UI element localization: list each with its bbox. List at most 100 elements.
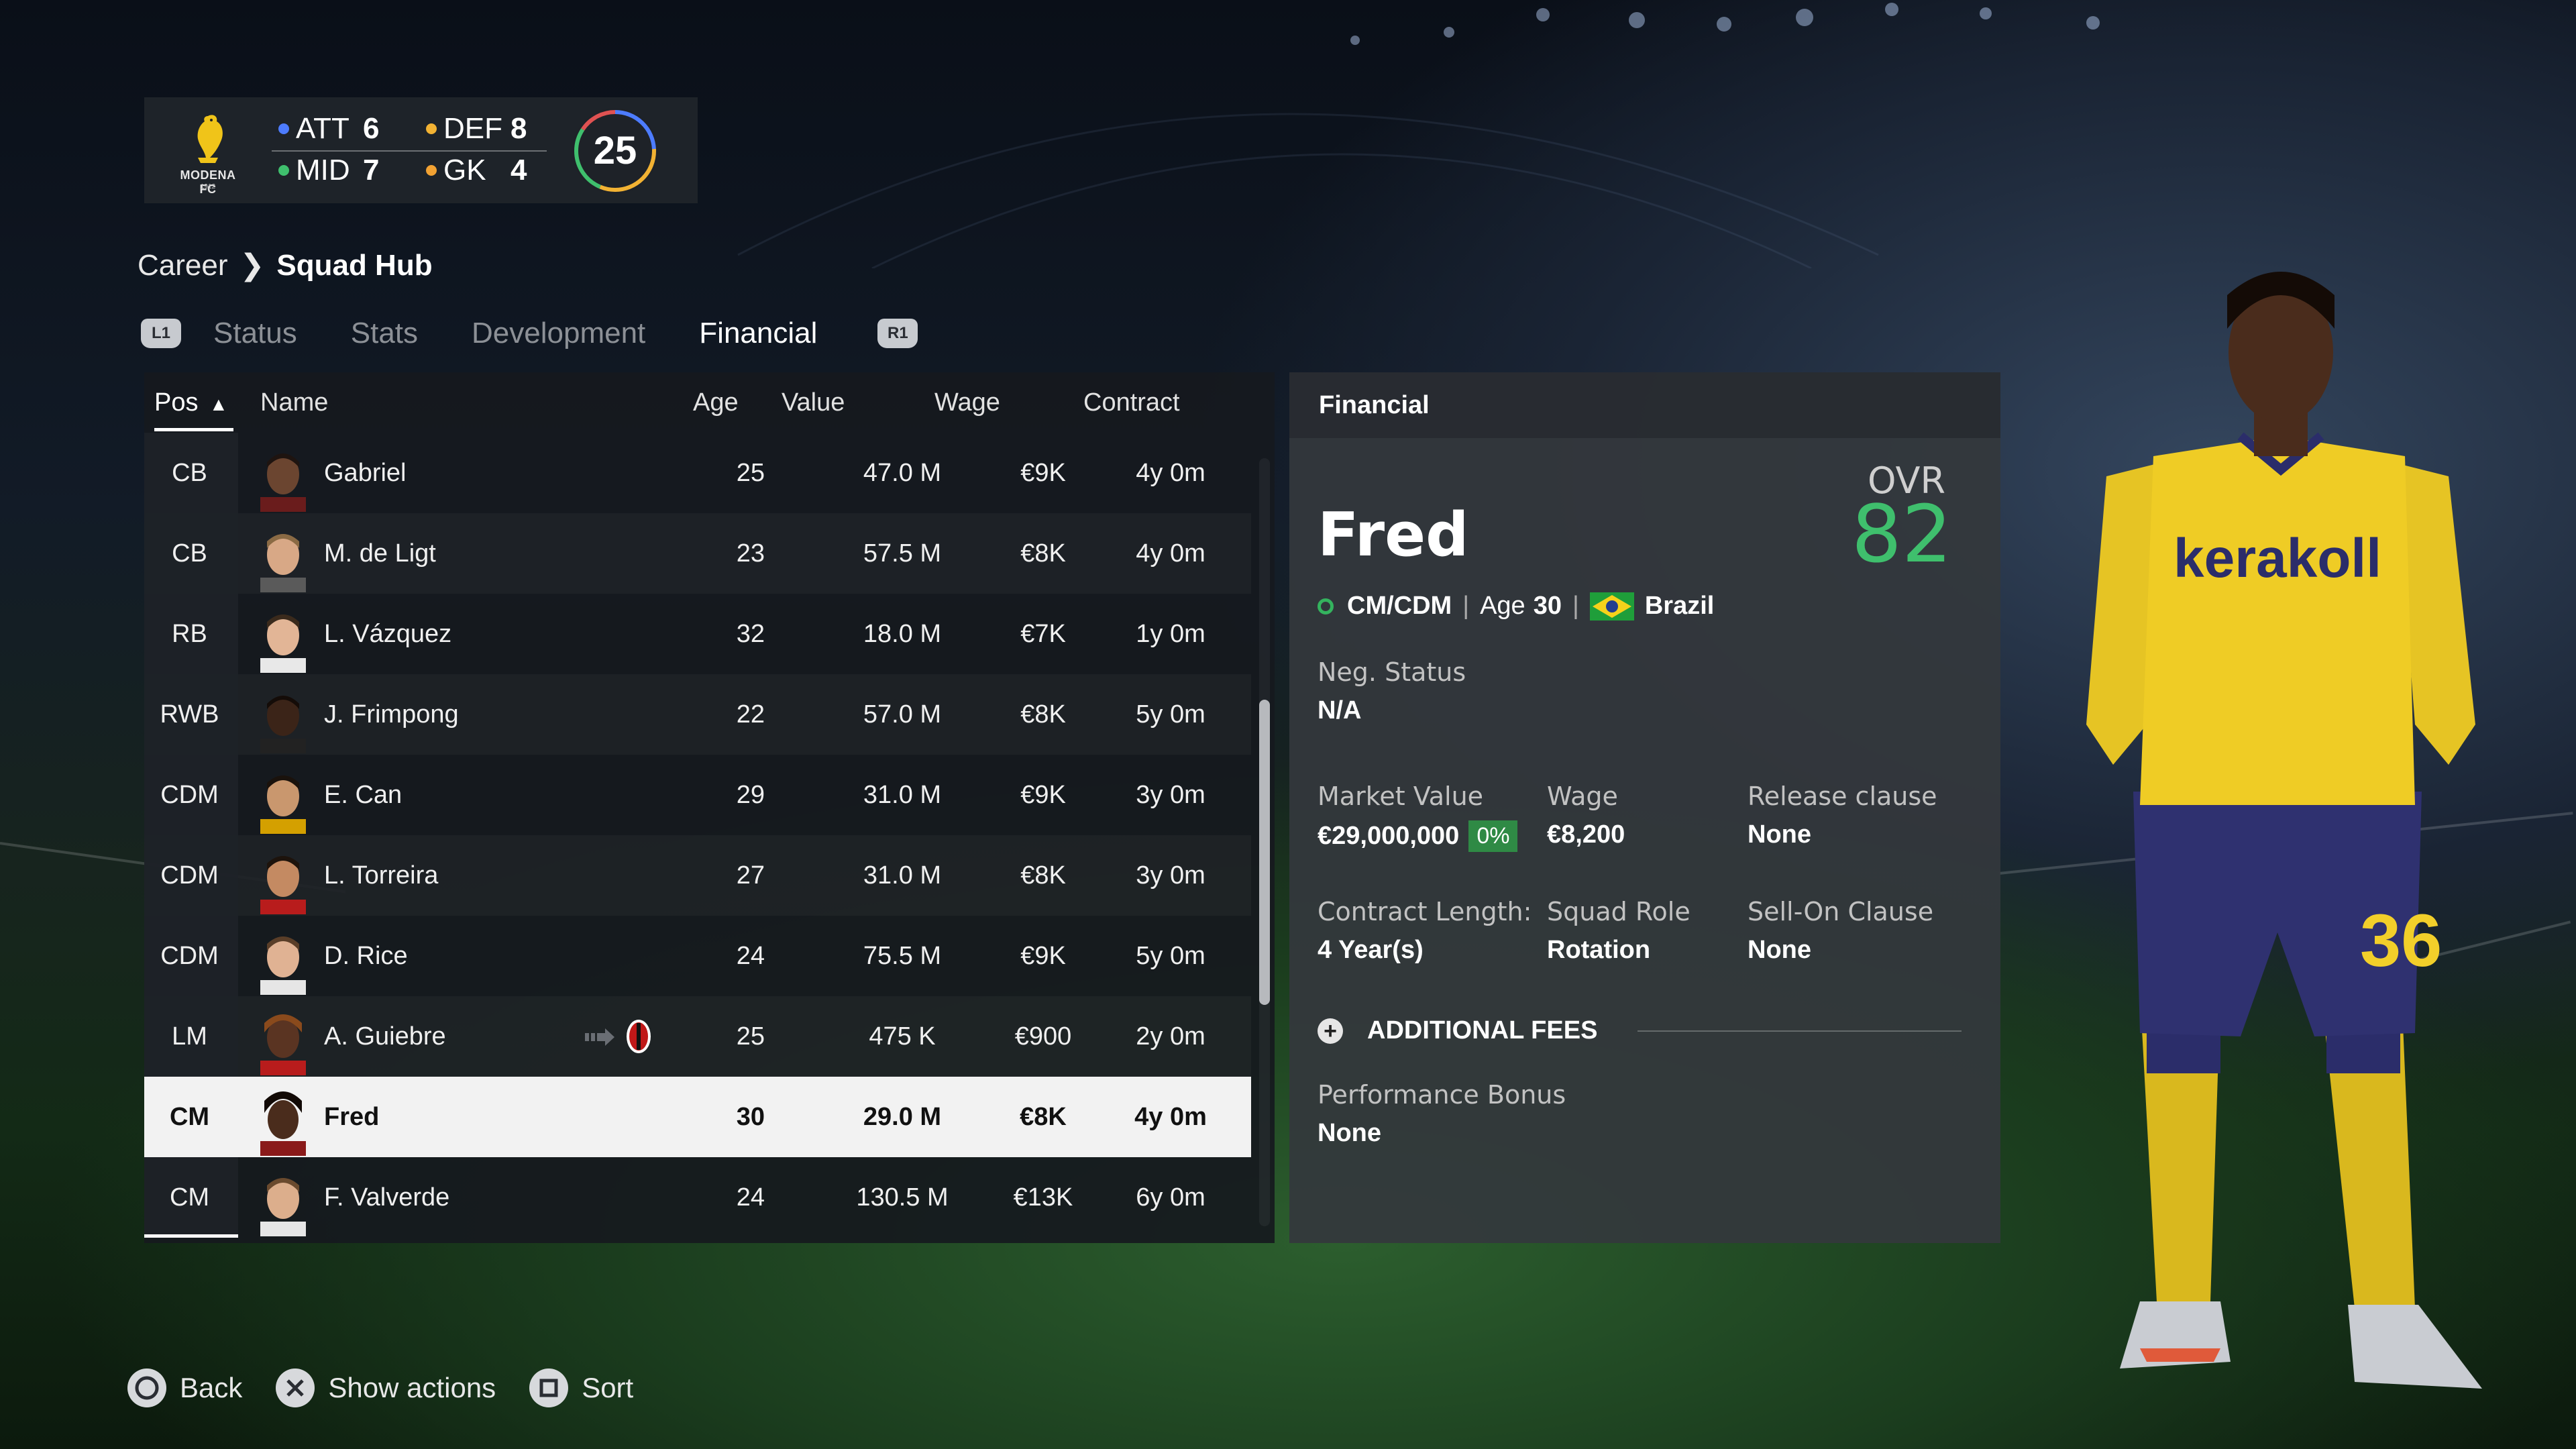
column-header-contract[interactable]: Contract: [1083, 388, 1180, 417]
wage-field: Wage €8,200: [1547, 782, 1625, 849]
row-contract: 2y 0m: [1136, 1022, 1205, 1051]
player-face-icon: [260, 856, 306, 914]
row-pos: RB: [172, 620, 207, 648]
additional-fees-label: ADDITIONAL FEES: [1367, 1016, 1598, 1044]
row-contract: 4y 0m: [1134, 1103, 1207, 1131]
club-crest-text: MODENA FC: [180, 168, 236, 196]
table-row[interactable]: CDM D. Rice 24 75.5 M €9K 5y 0m: [144, 916, 1251, 996]
row-wage: €13K: [1013, 1183, 1073, 1212]
club-crest-logo: MODENA FC 1912: [171, 111, 245, 196]
sort-label: Sort: [582, 1372, 634, 1403]
row-name: E. Can: [324, 781, 402, 809]
table-row[interactable]: RWB J. Frimpong 22 57.0 M €8K 5y 0m: [144, 674, 1251, 755]
row-age: 24: [736, 1183, 765, 1212]
row-age: 22: [736, 700, 765, 729]
column-header-value[interactable]: Value: [782, 388, 845, 417]
club-summary-panel: MODENA FC 1912 ATT 6 DEF 8 MID 7 GK 4 25: [144, 97, 698, 203]
l1-button-icon[interactable]: L1: [141, 319, 181, 348]
column-header-age[interactable]: Age: [693, 388, 739, 417]
player-face-icon: [260, 1091, 306, 1156]
row-wage: €9K: [1020, 942, 1066, 970]
row-name: L. Torreira: [324, 861, 439, 890]
row-name: M. de Ligt: [324, 539, 436, 568]
row-contract: 3y 0m: [1136, 781, 1205, 809]
row-contract: 1y 0m: [1136, 620, 1205, 648]
row-name: A. Guiebre: [324, 1022, 446, 1051]
row-age: 30: [736, 1103, 765, 1131]
age-label: Age: [1480, 592, 1525, 620]
def-count: DEF 8: [426, 112, 527, 146]
row-wage: €7K: [1020, 620, 1066, 648]
sort-prompt[interactable]: Sort: [529, 1368, 633, 1407]
plus-icon: +: [1318, 1018, 1343, 1044]
contract-length: Contract Length: 4 Year(s): [1318, 897, 1532, 964]
row-pos: CM: [169, 1183, 210, 1212]
neg-status: Neg. Status N/A: [1318, 657, 1466, 724]
show-actions-label: Show actions: [328, 1372, 496, 1403]
chevron-right-icon: ❯: [239, 249, 265, 282]
row-name: F. Valverde: [324, 1183, 450, 1212]
back-prompt[interactable]: Back: [127, 1368, 242, 1407]
table-row[interactable]: LM A. Guiebre 25 475 K €900 2y 0m: [144, 996, 1251, 1077]
row-wage: €9K: [1020, 781, 1066, 809]
back-label: Back: [180, 1372, 243, 1403]
position-ring-icon: [1318, 598, 1334, 614]
row-pos: CDM: [160, 781, 219, 809]
mid-count: MID 7: [278, 154, 379, 187]
row-pos: LM: [172, 1022, 207, 1051]
table-row[interactable]: CB M. de Ligt 23 57.5 M €8K 4y 0m: [144, 513, 1251, 594]
squad-total-badge: 25: [572, 108, 658, 194]
squad-table: Pos ▲ Name Age Value Wage Contract CB Ga…: [144, 372, 1275, 1243]
table-row[interactable]: CB Gabriel 25 47.0 M €9K 4y 0m: [144, 433, 1251, 513]
table-row[interactable]: CDM E. Can 29 31.0 M €9K 3y 0m: [144, 755, 1251, 835]
row-pos: CDM: [160, 861, 219, 890]
additional-fees-section[interactable]: + ADDITIONAL FEES: [1318, 1016, 1962, 1045]
tab-financial[interactable]: Financial: [699, 317, 817, 350]
squad-role: Squad Role Rotation: [1547, 897, 1690, 964]
row-contract: 3y 0m: [1136, 861, 1205, 890]
player-face-icon: [260, 775, 306, 834]
row-pos: RWB: [160, 700, 219, 729]
row-age: 23: [736, 539, 765, 568]
row-age: 27: [736, 861, 765, 890]
row-age: 25: [736, 459, 765, 487]
player-face-icon: [260, 614, 306, 673]
ovr-value: 82: [1851, 488, 1952, 580]
row-contract: 5y 0m: [1136, 942, 1205, 970]
club-divider: [272, 150, 547, 152]
table-row-selected[interactable]: CM Fred 30 29.0 M €8K 4y 0m: [144, 1077, 1251, 1157]
row-name: Fred: [324, 1103, 380, 1131]
row-wage: €8K: [1020, 700, 1066, 729]
row-wage: €9K: [1020, 459, 1066, 487]
column-header-pos[interactable]: Pos ▲: [154, 372, 233, 431]
tab-development[interactable]: Development: [472, 317, 645, 350]
table-row[interactable]: CM F. Valverde 24 130.5 M €13K 6y 0m: [144, 1157, 1251, 1238]
svg-text:36: 36: [2360, 900, 2442, 982]
player-meta: CM/CDM | Age 30 | Brazil: [1318, 592, 1714, 621]
button-prompts: Back Show actions Sort: [127, 1368, 667, 1407]
row-wage: €8K: [1020, 539, 1066, 568]
squad-total-value: 25: [593, 129, 637, 172]
breadcrumb-career[interactable]: Career: [138, 249, 228, 282]
show-actions-prompt[interactable]: Show actions: [276, 1368, 496, 1407]
player-nation: Brazil: [1644, 592, 1715, 620]
square-button-icon: [529, 1368, 569, 1407]
table-row[interactable]: RB L. Vázquez 32 18.0 M €7K 1y 0m: [144, 594, 1251, 674]
row-contract: 6y 0m: [1136, 1183, 1205, 1212]
column-header-wage[interactable]: Wage: [934, 388, 1000, 417]
row-age: 24: [736, 942, 765, 970]
gk-dot-icon: [426, 165, 437, 176]
tab-stats[interactable]: Stats: [351, 317, 418, 350]
tab-status[interactable]: Status: [213, 317, 297, 350]
row-age: 29: [736, 781, 765, 809]
club-crest-year: 1912: [200, 183, 216, 191]
row-name: L. Vázquez: [324, 620, 452, 648]
brazil-flag-icon: [1589, 592, 1634, 621]
table-row[interactable]: CDM L. Torreira 27 31.0 M €8K 3y 0m: [144, 835, 1251, 916]
scrollbar-thumb[interactable]: [1259, 700, 1270, 1005]
r1-button-icon[interactable]: R1: [877, 319, 918, 348]
row-name: D. Rice: [324, 942, 408, 970]
loan-club-crest-icon: [627, 1020, 651, 1053]
value-change-badge: 0%: [1468, 820, 1518, 852]
column-header-name[interactable]: Name: [260, 388, 328, 417]
